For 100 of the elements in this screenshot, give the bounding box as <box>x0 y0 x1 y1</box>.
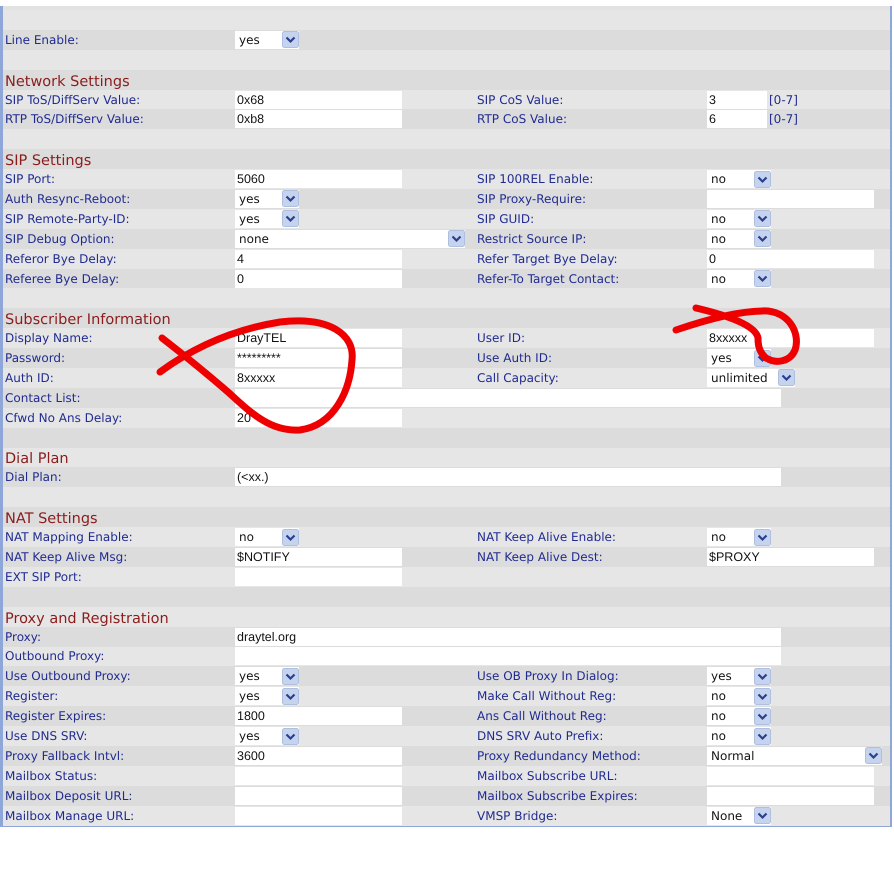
field-label: Proxy: <box>5 630 42 644</box>
field-label: RTP ToS/DiffServ Value: <box>5 112 145 126</box>
dropdown[interactable]: None <box>707 806 771 825</box>
text-field[interactable]: 0 <box>707 250 874 268</box>
chevron-down-icon <box>865 747 882 764</box>
text-field[interactable] <box>235 806 402 825</box>
text-field[interactable]: $PROXY <box>707 548 874 566</box>
chevron-down-icon <box>754 688 771 705</box>
field-label: NAT Keep Alive Enable: <box>477 530 617 544</box>
field-label: EXT SIP Port: <box>5 570 83 584</box>
field-label: Auth Resync-Reboot: <box>5 192 132 206</box>
dropdown[interactable]: no <box>707 727 771 745</box>
field-label: Make Call Without Reg: <box>477 689 618 704</box>
dropdown[interactable]: unlimited <box>707 368 795 387</box>
text-field[interactable]: 8xxxxx <box>707 329 874 348</box>
chevron-down-icon <box>778 369 795 386</box>
field-label: Register Expires: <box>5 709 108 724</box>
text-field[interactable]: 1800 <box>235 707 402 726</box>
chevron-down-icon <box>282 728 299 744</box>
field-label: Refer-To Target Contact: <box>477 272 620 286</box>
text-field[interactable]: 3600 <box>235 746 402 765</box>
field-label: Mailbox Manage URL: <box>5 808 136 823</box>
text-field[interactable]: $NOTIFY <box>235 548 402 566</box>
field-label: SIP Proxy-Require: <box>477 192 588 206</box>
dropdown[interactable]: no <box>235 528 299 546</box>
field-label: Line Enable: <box>5 32 80 47</box>
dropdown[interactable]: yes <box>707 667 771 686</box>
field-label: SIP Port: <box>5 172 56 186</box>
chevron-down-icon <box>754 728 771 744</box>
text-field[interactable]: 0 <box>235 270 402 288</box>
text-field[interactable]: 4 <box>235 250 402 268</box>
field-label: Register: <box>5 689 60 704</box>
field-label: Display Name: <box>5 331 94 346</box>
chevron-down-icon <box>754 668 771 685</box>
text-field[interactable]: 3 <box>707 90 767 108</box>
dropdown[interactable]: no <box>707 210 771 228</box>
text-field[interactable]: 0x68 <box>235 90 402 108</box>
dropdown[interactable]: no <box>707 230 771 248</box>
dropdown[interactable]: Normal <box>707 746 882 765</box>
field-label: SIP Remote-Party-ID: <box>5 212 131 226</box>
text-field[interactable] <box>235 388 781 407</box>
chevron-down-icon <box>754 708 771 725</box>
section-heading: SIP Settings <box>5 153 92 170</box>
field-label: SIP ToS/DiffServ Value: <box>5 92 142 106</box>
text-field[interactable] <box>235 786 402 805</box>
text-field[interactable] <box>707 766 874 785</box>
dropdown[interactable]: yes <box>235 687 299 706</box>
field-label: Use OB Proxy In Dialog: <box>477 669 620 684</box>
text-field[interactable] <box>707 786 874 805</box>
text-field[interactable]: draytel.org <box>235 628 781 646</box>
text-field[interactable]: ********* <box>235 349 402 368</box>
chevron-down-icon <box>754 230 771 248</box>
field-label: NAT Keep Alive Msg: <box>5 550 128 564</box>
section-heading: Dial Plan <box>5 451 70 468</box>
dropdown[interactable]: yes <box>235 30 299 49</box>
dropdown[interactable]: yes <box>235 727 299 745</box>
text-field[interactable]: (<xx.) <box>235 468 781 486</box>
field-label: Refer Target Bye Delay: <box>477 252 619 266</box>
text-field[interactable] <box>235 568 402 586</box>
field-label: SIP Debug Option: <box>5 232 116 246</box>
field-label: Use Outbound Proxy: <box>5 669 132 684</box>
text-field[interactable] <box>235 647 781 666</box>
text-field[interactable]: 6 <box>707 110 767 128</box>
dropdown[interactable]: yes <box>235 667 299 686</box>
section-heading: NAT Settings <box>5 511 99 528</box>
field-label: NAT Mapping Enable: <box>5 530 134 544</box>
field-label: Restrict Source IP: <box>477 232 588 246</box>
field-label: Dial Plan: <box>5 470 63 484</box>
field-label: SIP GUID: <box>477 212 536 226</box>
dropdown[interactable]: yes <box>235 210 299 228</box>
dropdown[interactable]: yes <box>235 190 299 208</box>
text-field[interactable]: 5060 <box>235 170 402 188</box>
text-field[interactable]: 8xxxxx <box>235 368 402 387</box>
field-label: SIP CoS Value: <box>477 92 564 106</box>
chevron-down-icon <box>754 210 771 228</box>
range-hint: [0-7] <box>769 112 798 126</box>
chevron-down-icon <box>282 31 299 48</box>
dropdown[interactable]: none <box>235 230 465 248</box>
dropdown[interactable]: no <box>707 170 771 188</box>
field-label: Proxy Fallback Intvl: <box>5 748 126 763</box>
field-label: Proxy Redundancy Method: <box>477 748 642 763</box>
dropdown[interactable]: no <box>707 707 771 726</box>
dropdown[interactable]: no <box>707 687 771 706</box>
text-field[interactable] <box>707 190 874 208</box>
field-label: Contact List: <box>5 390 82 405</box>
field-label: NAT Keep Alive Dest: <box>477 550 604 564</box>
chevron-down-icon <box>282 688 299 705</box>
dropdown[interactable]: no <box>707 270 771 288</box>
chevron-down-icon <box>754 528 771 546</box>
field-label: DNS SRV Auto Prefix: <box>477 729 604 743</box>
chevron-down-icon <box>282 210 299 228</box>
text-field[interactable]: DrayTEL <box>235 329 402 348</box>
field-label: Mailbox Subscribe Expires: <box>477 788 639 803</box>
field-label: Use DNS SRV: <box>5 729 88 743</box>
field-label: Referee Bye Delay: <box>5 272 120 286</box>
text-field[interactable] <box>235 766 402 785</box>
range-hint: [0-7] <box>769 92 798 106</box>
dropdown[interactable]: yes <box>707 349 771 368</box>
dropdown[interactable]: no <box>707 528 771 546</box>
text-field[interactable]: 0xb8 <box>235 110 402 128</box>
